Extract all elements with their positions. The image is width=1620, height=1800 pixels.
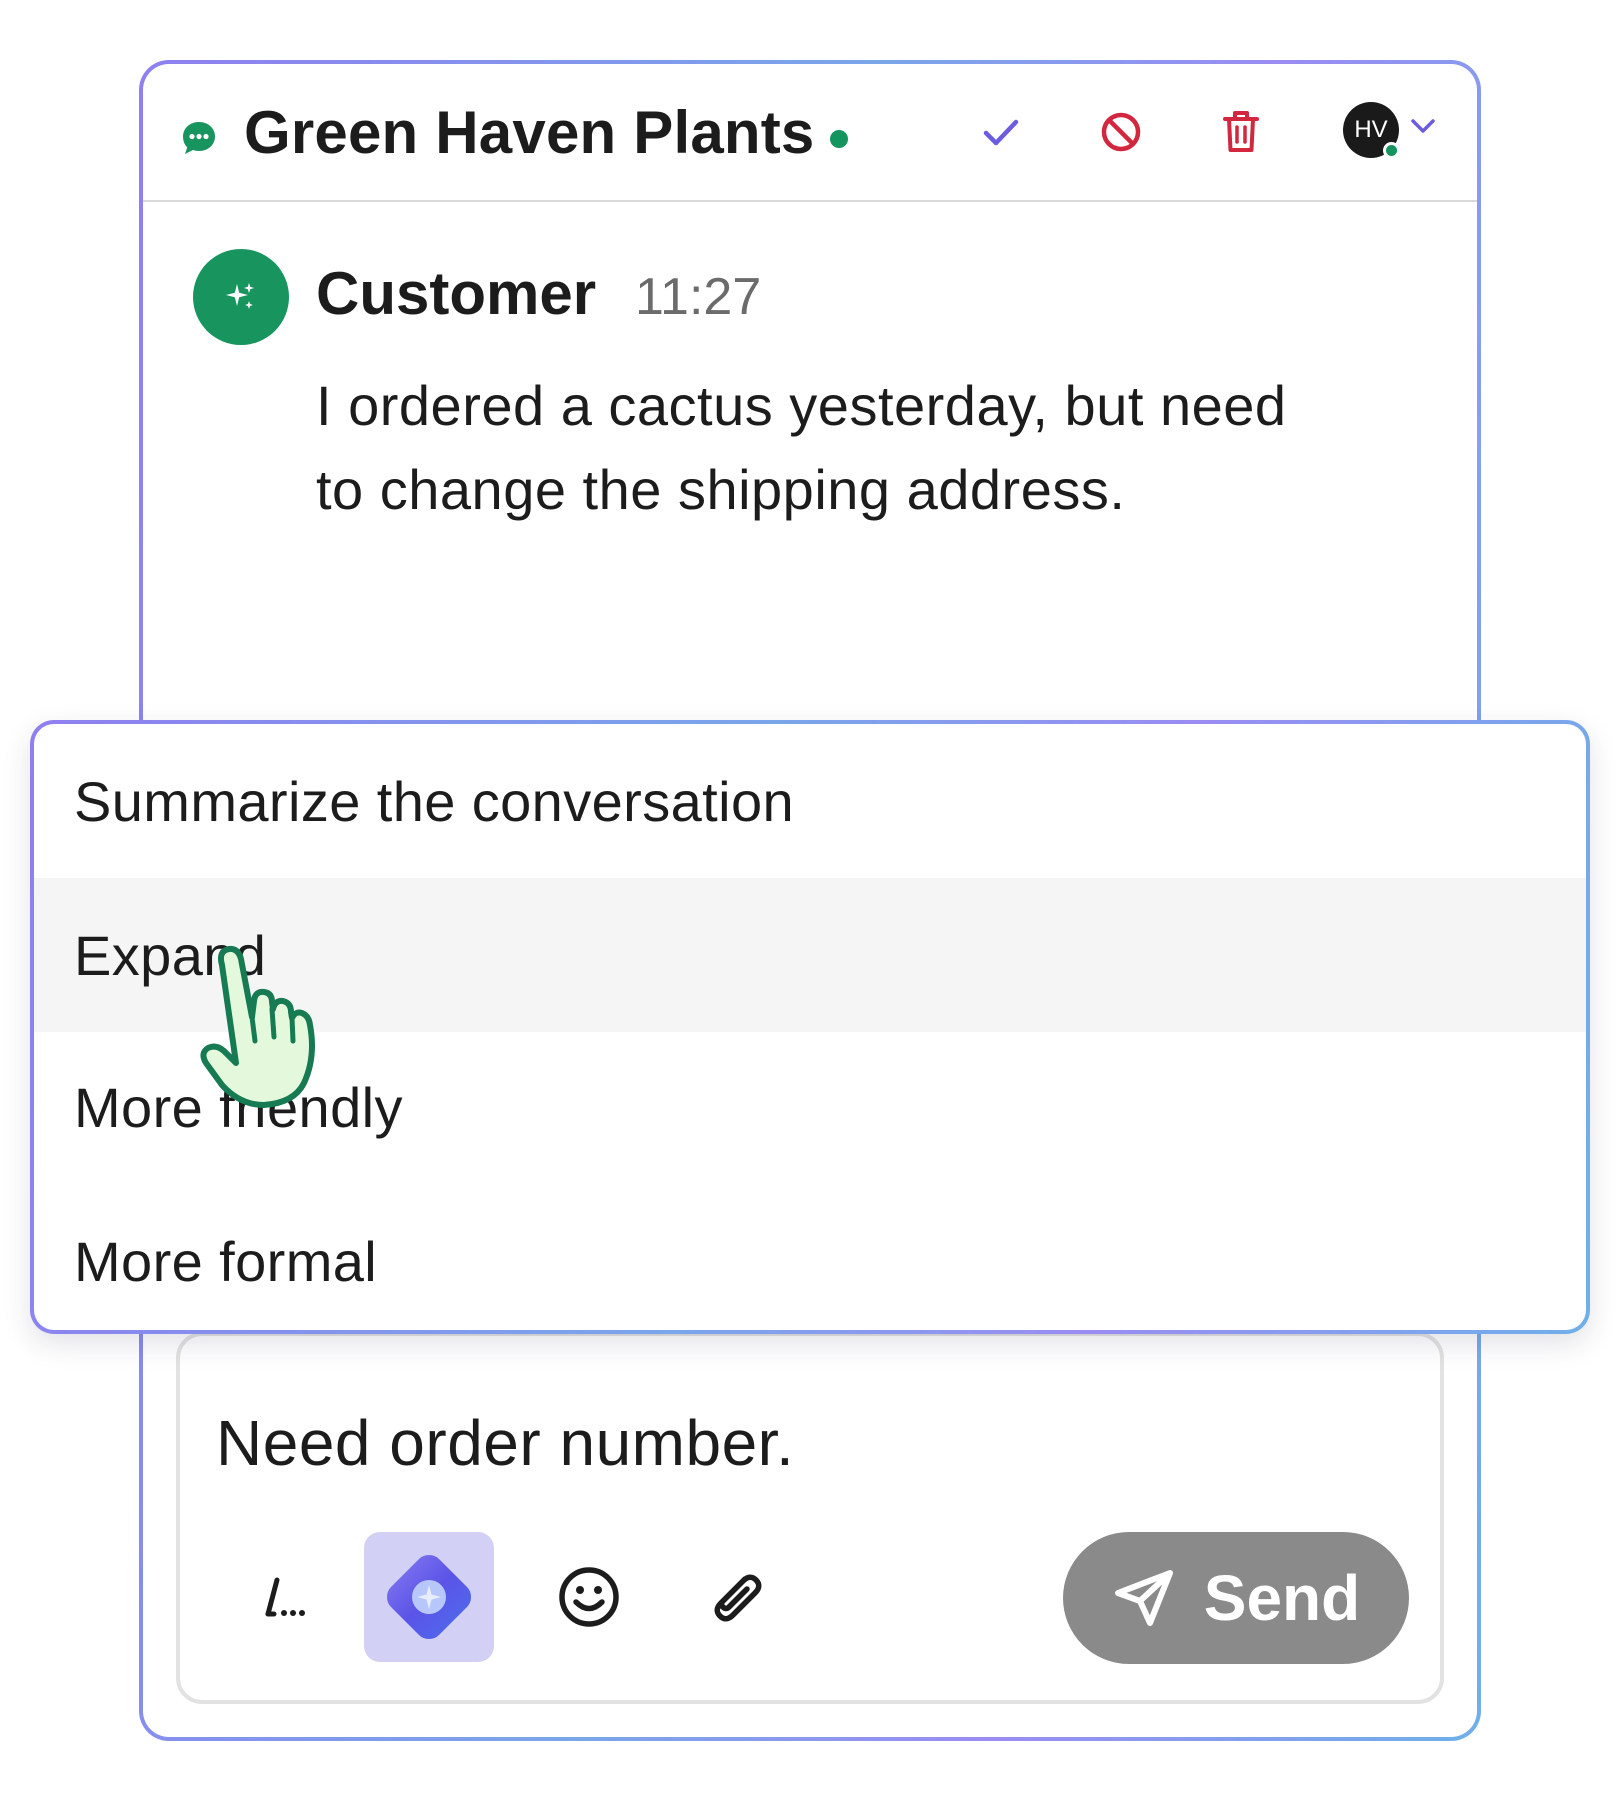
ai-assist-button[interactable] <box>364 1532 494 1662</box>
conversation-title: Green Haven Plants <box>244 99 815 166</box>
send-label: Send <box>1203 1562 1361 1634</box>
message-composer: Need order number. Send <box>176 1332 1444 1704</box>
resolve-button[interactable] <box>973 104 1029 160</box>
sparkle-icon <box>226 283 254 309</box>
send-icon <box>1114 1570 1173 1626</box>
customer-avatar <box>193 249 289 345</box>
trash-icon <box>1223 111 1259 152</box>
online-status-dot <box>830 130 848 148</box>
delete-button[interactable] <box>1213 104 1269 160</box>
chevron-down-icon <box>1411 119 1435 133</box>
agent-menu-toggle[interactable]: HV <box>1343 102 1453 164</box>
message-body: I ordered a cactus yesterday, but need t… <box>316 374 1287 521</box>
menu-item-summarize[interactable]: Summarize the conversation <box>34 724 1586 878</box>
menu-item-more-formal[interactable]: More formal <box>34 1184 1586 1330</box>
shortcut-button[interactable] <box>220 1532 350 1662</box>
message-sender: Customer <box>316 260 597 327</box>
chat-bubble-icon <box>183 122 215 154</box>
draft-input[interactable]: Need order number. <box>216 1406 794 1480</box>
send-button[interactable]: Send <box>1063 1532 1409 1664</box>
agent-status-dot <box>1383 142 1400 159</box>
message-time: 11:27 <box>635 268 762 326</box>
check-icon <box>983 119 1019 146</box>
chat-header: Green Haven Plants HV <box>143 64 1477 202</box>
attach-icon <box>714 1574 762 1622</box>
block-button[interactable] <box>1093 104 1149 160</box>
ai-assist-icon <box>387 1555 471 1639</box>
attach-button[interactable] <box>670 1532 800 1662</box>
menu-item-more-friendly[interactable]: More friendly <box>34 1030 1586 1184</box>
shortcut-icon <box>265 1577 305 1617</box>
block-icon <box>1101 112 1141 152</box>
emoji-button[interactable] <box>524 1532 654 1662</box>
ai-rewrite-menu: Summarize the conversation Expand More f… <box>30 720 1590 1334</box>
menu-item-expand[interactable]: Expand <box>34 878 1586 1032</box>
emoji-icon <box>559 1567 619 1627</box>
